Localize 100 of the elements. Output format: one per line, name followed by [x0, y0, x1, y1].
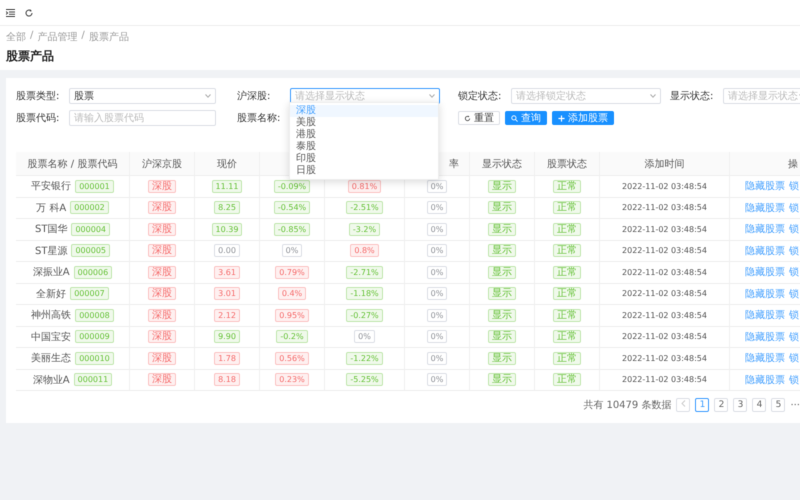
lock-link[interactable]: 锁: [789, 308, 799, 322]
breadcrumb-separator: /: [30, 30, 34, 43]
change-tag: 0.23%: [275, 373, 309, 386]
market-tag: 深股: [148, 222, 176, 236]
stock-name: 深物业A: [32, 374, 70, 387]
stock-name: 神州高铁: [31, 308, 72, 322]
stock-code: 000009: [75, 330, 114, 344]
lock-link[interactable]: 锁: [789, 286, 799, 301]
add-button[interactable]: 添加股票: [552, 111, 614, 125]
rate-tag: 0%: [426, 222, 448, 236]
percent-tag: -2.51%: [346, 201, 383, 214]
lock-link[interactable]: 锁: [789, 179, 799, 194]
rate-tag: 0%: [426, 330, 448, 344]
change-tag: 0%: [282, 244, 302, 258]
page-title: 股票产品: [6, 48, 55, 65]
hide-stock-link[interactable]: 隐藏股票: [745, 330, 785, 344]
dropdown-option[interactable]: 美股: [290, 117, 438, 129]
more-pages[interactable]: ···: [790, 400, 800, 410]
change-tag: -0.85%: [274, 222, 310, 236]
market-tag: 深股: [148, 373, 176, 386]
select-field[interactable]: 请选择显示状态: [723, 88, 800, 104]
added-time: 2022-11-02 03:48:54: [622, 182, 707, 191]
market-tag: 深股: [148, 330, 176, 344]
change-tag: -0.54%: [274, 201, 310, 214]
display-status-tag: 显示: [488, 352, 516, 365]
price-tag: 3.61: [214, 266, 240, 279]
breadcrumb-item[interactable]: 产品管理: [37, 30, 78, 44]
market-tag: 深股: [148, 201, 176, 214]
hide-stock-link[interactable]: 隐藏股票: [745, 244, 785, 258]
stock-name: 万 科A: [36, 202, 66, 215]
hide-stock-link[interactable]: 隐藏股票: [745, 265, 785, 280]
stock-status-tag: 正常: [553, 287, 581, 300]
lock-link[interactable]: 锁: [789, 200, 799, 215]
percent-tag: -2.71%: [346, 266, 383, 279]
added-time: 2022-11-02 03:48:54: [622, 354, 707, 363]
dropdown-option[interactable]: 深股: [290, 105, 438, 117]
reset-button[interactable]: 重置: [458, 111, 500, 125]
added-time: 2022-11-02 03:48:54: [622, 332, 707, 342]
dropdown-option[interactable]: 港股: [290, 129, 438, 141]
filter-label: 股票类型:: [16, 90, 60, 103]
lock-link[interactable]: 锁: [789, 244, 799, 258]
price-tag: 8.18: [214, 373, 240, 386]
breadcrumb-item[interactable]: 全部: [6, 30, 26, 44]
column-header: 股票状态: [547, 158, 587, 170]
stock-name: 平安银行: [31, 180, 72, 194]
stock-code: 000008: [75, 308, 114, 322]
hide-stock-link[interactable]: 隐藏股票: [745, 372, 785, 387]
dropdown-option[interactable]: 泰股: [290, 141, 438, 153]
input-field[interactable]: 请输入股票代码: [69, 110, 216, 126]
page-button[interactable]: 3: [733, 398, 748, 412]
select-field[interactable]: 股票: [69, 88, 216, 104]
lock-link[interactable]: 锁: [789, 222, 799, 236]
added-time: 2022-11-02 03:48:54: [622, 375, 707, 384]
display-status-tag: 显示: [488, 180, 516, 193]
stock-code: 000011: [74, 373, 112, 386]
column-header: 显示状态: [482, 158, 522, 170]
hide-stock-link[interactable]: 隐藏股票: [745, 179, 785, 194]
price-tag: 1.78: [214, 352, 240, 365]
search-button[interactable]: 查询: [505, 111, 547, 125]
market-tag: 深股: [148, 266, 176, 279]
menu-icon[interactable]: [6, 8, 15, 16]
percent-tag: -1.22%: [346, 352, 383, 365]
display-status-tag: 显示: [488, 201, 516, 214]
total-count: 共有 10479 条数据: [583, 398, 672, 412]
added-time: 2022-11-02 03:48:54: [622, 268, 707, 277]
filter-label: 锁定状态:: [458, 90, 502, 103]
hide-stock-link[interactable]: 隐藏股票: [745, 308, 785, 322]
hide-stock-link[interactable]: 隐藏股票: [745, 351, 785, 366]
hide-stock-link[interactable]: 隐藏股票: [745, 200, 785, 215]
lock-link[interactable]: 锁: [789, 265, 799, 280]
column-header: 沪深京股: [142, 158, 182, 170]
column-header: 率: [449, 158, 459, 170]
stock-status-tag: 正常: [553, 201, 581, 214]
column-header: 添加时间: [644, 158, 684, 170]
lock-link[interactable]: 锁: [789, 372, 799, 387]
refresh-icon[interactable]: [25, 8, 33, 16]
page-button[interactable]: 2: [714, 398, 728, 412]
chevron-down-icon: [429, 94, 435, 98]
page-button[interactable]: 4: [752, 398, 766, 412]
dropdown-option[interactable]: 印股: [290, 153, 438, 165]
select-field[interactable]: 请选择锁定状态: [511, 88, 661, 104]
dropdown-option[interactable]: 日股: [290, 165, 438, 177]
rate-tag: 0%: [426, 201, 448, 214]
page-button[interactable]: 5: [771, 398, 786, 412]
stock-status-tag: 正常: [553, 308, 581, 322]
stock-name: 深振业A: [32, 266, 70, 280]
price-tag: 0.00: [214, 244, 240, 258]
page-button[interactable]: 1: [695, 398, 710, 412]
stock-name: ST国华: [34, 223, 68, 236]
hide-stock-link[interactable]: 隐藏股票: [745, 286, 785, 301]
filter-label: 股票代码:: [16, 112, 60, 125]
stock-code: 000006: [74, 266, 112, 279]
lock-link[interactable]: 锁: [789, 351, 799, 366]
market-tag: 深股: [148, 352, 176, 365]
lock-link[interactable]: 锁: [789, 330, 799, 344]
market-tag: 深股: [148, 308, 176, 322]
price-tag: 10.39: [212, 222, 242, 236]
change-tag: 0.56%: [275, 352, 309, 365]
hide-stock-link[interactable]: 隐藏股票: [745, 222, 785, 236]
market-tag: 深股: [148, 244, 176, 258]
